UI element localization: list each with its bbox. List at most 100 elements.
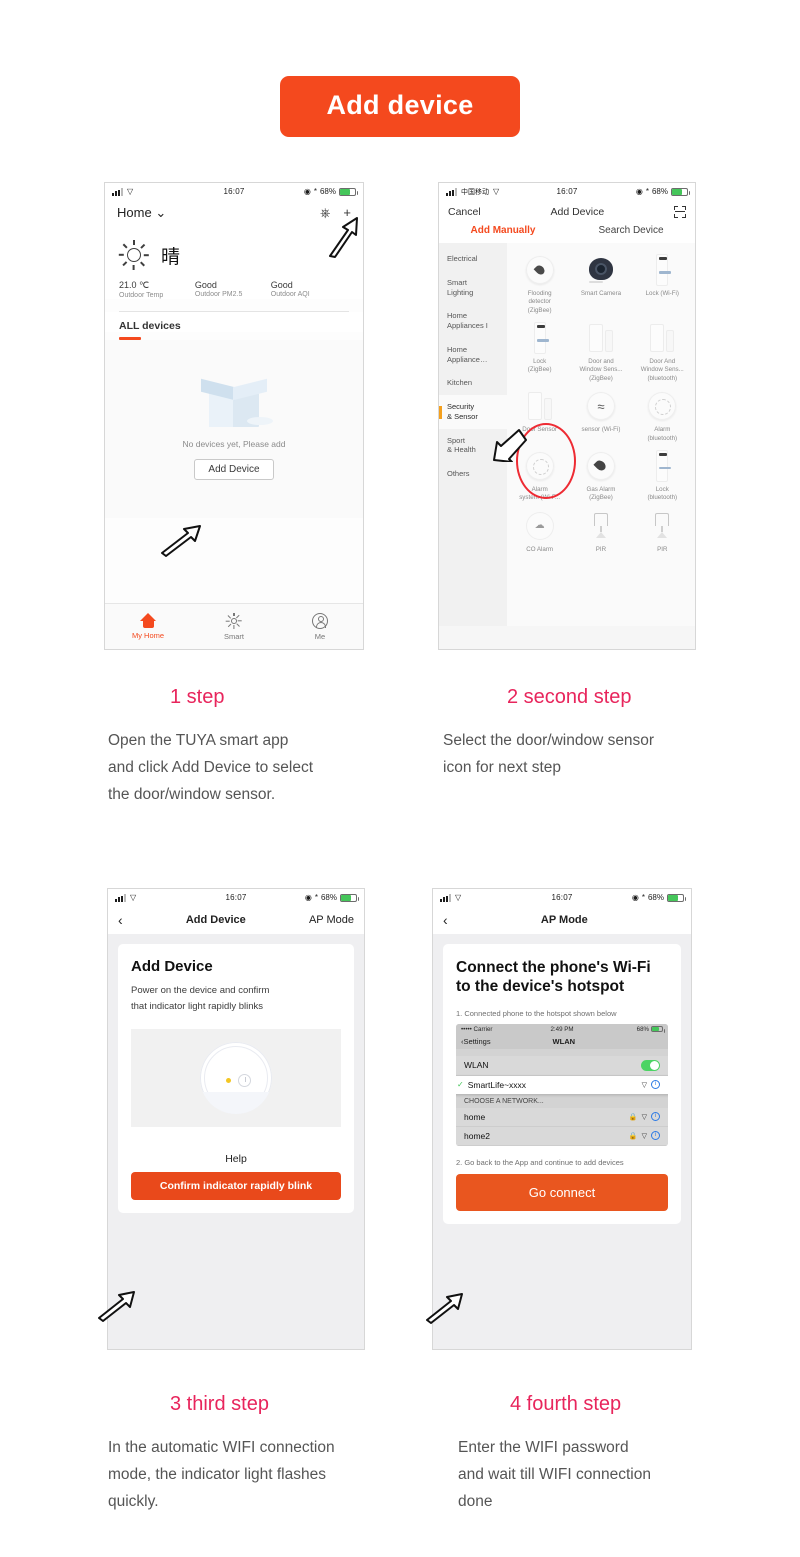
nav-bar: Cancel Add Device (439, 200, 695, 223)
confirm-indicator-button[interactable]: Confirm indicator rapidly blink (131, 1172, 341, 1201)
mode-tabs: Add Manually Search Device (439, 223, 695, 243)
sidebar-item-electrical[interactable]: Electrical (439, 247, 507, 271)
nav-bar: ‹ Add Device AP Mode (108, 906, 364, 934)
ap-mode-button[interactable]: AP Mode (309, 914, 354, 926)
sidebar-item-security-sensor[interactable]: Security & Sensor (439, 395, 507, 429)
sidebar-item-home-appliance-2[interactable]: Home Appliance… (439, 338, 507, 372)
cancel-button[interactable]: Cancel (448, 206, 481, 218)
wifi-icon: ▽ (127, 187, 134, 196)
device-label: Alarm (bluetooth) (647, 426, 678, 442)
tab-label: Smart (223, 631, 244, 641)
status-bar: 中国移动 ▽ 16:07 ◉ * 68% (439, 183, 695, 200)
banner-container: Add device (0, 76, 800, 137)
help-link[interactable]: Help (131, 1153, 341, 1165)
tab-smart[interactable]: Smart (191, 604, 277, 649)
person-icon (312, 612, 328, 629)
pointer-arrow-security-sensor (487, 428, 529, 462)
info-icon[interactable]: i (651, 1080, 660, 1090)
mock-back-settings[interactable]: ‹Settings (461, 1037, 491, 1046)
status-time: 16:07 (223, 187, 245, 196)
device-tile-door-window-bluetooth[interactable]: Door And Window Sens... (bluetooth) (632, 318, 693, 383)
device-tile-door-window-zigbee[interactable]: Door and Window Sens... (ZigBee) (570, 318, 631, 383)
tab-search-device[interactable]: Search Device (567, 225, 695, 236)
sidebar-item-home-appliances-i[interactable]: Home Appliances I (439, 304, 507, 338)
wlan-toggle-row[interactable]: WLAN (456, 1055, 668, 1076)
metric-label: Outdoor PM2.5 (194, 291, 243, 298)
caption-line: done (458, 1493, 493, 1511)
lock-icon: 🔒 (628, 1113, 638, 1121)
device-label: Smart Camera (580, 290, 622, 297)
device-tile-gas-alarm[interactable]: Gas Alarm (ZigBee) (570, 446, 631, 503)
battery-percent: 68% (647, 893, 664, 902)
sidebar-item-smart-lighting[interactable]: Smart Lighting (439, 271, 507, 305)
instruction-step-2: 2. Go back to the App and continue to ad… (456, 1157, 624, 1167)
smoke-alarm-icon (632, 386, 693, 426)
battery-icon (339, 187, 358, 196)
sidebar-item-kitchen[interactable]: Kitchen (439, 371, 507, 395)
network-row-home[interactable]: home 🔒 ▽ i (456, 1107, 668, 1127)
lock-icon (632, 250, 693, 290)
device-tile-pir-1[interactable]: PIR (570, 506, 631, 554)
card-heading: Connect the phone's Wi-Fi to the device'… (456, 959, 651, 996)
sidebar-item-others[interactable]: Others (439, 462, 507, 486)
chevron-down-icon: ⌄ (155, 205, 167, 220)
empty-box-icon (199, 377, 273, 429)
device-tile-smart-camera[interactable]: Smart Camera (570, 250, 631, 315)
device-label: PIR (595, 545, 607, 553)
battery-icon (667, 893, 686, 902)
weather-metrics: 21.0 ℃ Outdoor Temp Good Outdoor PM2.5 G… (105, 272, 363, 299)
weather-condition: 晴 (161, 245, 181, 268)
add-device-button[interactable]: Add Device (194, 459, 274, 480)
scan-icon[interactable] (674, 206, 686, 218)
ap-mode-card: Connect the phone's Wi-Fi to the device'… (443, 944, 681, 1224)
tab-me[interactable]: Me (277, 604, 363, 649)
pointer-arrow-add-device (158, 523, 202, 557)
device-tile-pir-2[interactable]: PIR (632, 506, 693, 554)
caption-line: and click Add Device to select (108, 759, 314, 777)
caption-line: In the automatic WIFI connection (108, 1439, 335, 1456)
page-root: Add device ▽ 16:07 ◉ * 68% Home ⌄ ⎈ + 晴 … (0, 0, 800, 1557)
info-icon[interactable]: i (651, 1131, 660, 1141)
selected-network-row[interactable]: ✓ SmartLife~xxxx ▽ i (456, 1075, 668, 1094)
signal-icon (112, 188, 123, 196)
device-label: Flooding detector (ZigBee) (527, 290, 552, 314)
caption-line: mode, the indicator light flashes (108, 1466, 326, 1484)
device-tile-co-alarm[interactable]: ☁ CO Alarm (509, 506, 570, 554)
tab-my-home[interactable]: My Home (105, 604, 191, 649)
status-bar: ▽ 16:07 ◉ * 68% (105, 183, 363, 200)
status-time: 16:07 (225, 893, 247, 902)
device-tile-lock-bluetooth[interactable]: Lock (bluetooth) (632, 446, 693, 503)
bluetooth-icon: * (313, 187, 317, 196)
phone-screen-3: ▽ 16:07 ◉ * 68% ‹ Add Device AP Mode Add… (107, 888, 365, 1350)
wlan-settings-mock: ••••• Carrier 2:49 PM 68% ‹Settings WLAN… (456, 1023, 668, 1146)
add-device-card: Add Device Power on the device and confi… (118, 944, 354, 1214)
tab-label: My Home (131, 631, 165, 640)
device-label: Lock (Wi-Fi) (645, 290, 679, 297)
status-bar: ▽ 16:07 ◉ * 68% (108, 889, 364, 906)
network-row-home2[interactable]: home2 🔒 ▽ i (456, 1126, 668, 1146)
co-alarm-icon: ☁ (509, 506, 570, 546)
home-selector[interactable]: Home ⌄ (117, 205, 166, 221)
caption-step-1: 1 step Open the TUYA smart app and click… (108, 686, 418, 808)
device-tile-flooding-detector[interactable]: Flooding detector (ZigBee) (509, 250, 570, 315)
device-tile-alarm-bluetooth[interactable]: Alarm (bluetooth) (632, 386, 693, 443)
tab-all-devices[interactable]: ALL devices (105, 312, 363, 332)
info-icon[interactable]: i (651, 1112, 660, 1122)
device-tile-lock-wifi[interactable]: Lock (Wi-Fi) (632, 250, 693, 315)
tab-add-manually[interactable]: Add Manually (439, 225, 567, 236)
phone-screen-4: ▽ 16:07 ◉ * 68% ‹ AP Mode Connect the ph… (432, 888, 692, 1350)
caption-title: 3 third step (170, 1393, 269, 1415)
door-sensor-icon (509, 386, 570, 426)
carrier-label: 中国移动 (461, 188, 489, 196)
go-connect-button[interactable]: Go connect (456, 1173, 668, 1211)
card-line-1: Power on the device and confirm (131, 985, 270, 996)
wlan-toggle[interactable] (641, 1059, 660, 1071)
mock-time: 2:49 PM (550, 1025, 574, 1033)
device-label: Door and Window Sens... (ZigBee) (579, 358, 623, 382)
bluetooth-icon: * (641, 893, 645, 902)
phone-screen-2: 中国移动 ▽ 16:07 ◉ * 68% Cancel Add Device A… (438, 182, 696, 650)
lock-icon (632, 446, 693, 486)
signal-icon (440, 894, 451, 902)
device-tile-sensor-wifi[interactable]: ≈ sensor (Wi-Fi) (570, 386, 631, 443)
device-tile-lock-zigbee[interactable]: Lock (ZigBee) (509, 318, 570, 383)
